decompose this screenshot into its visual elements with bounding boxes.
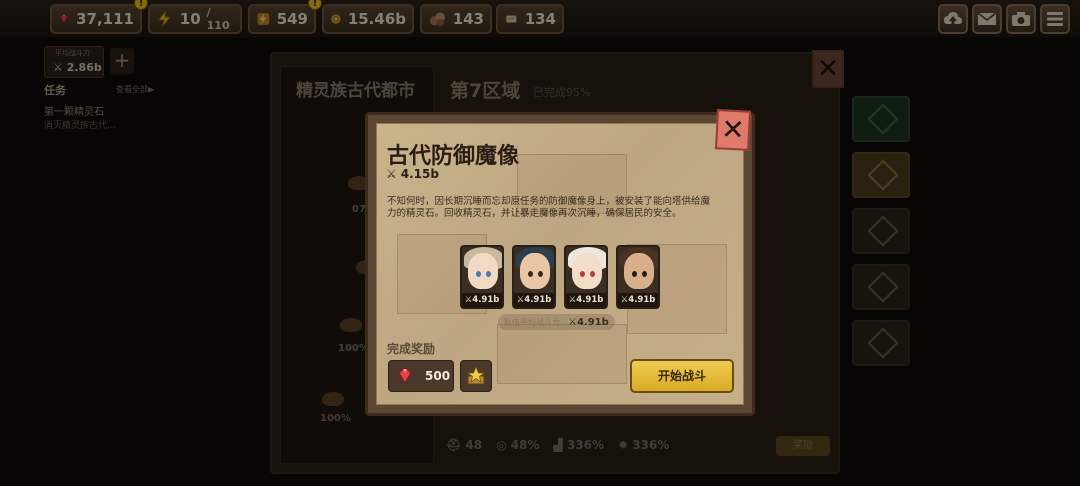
dialog-close-button[interactable]: ✕ <box>714 109 752 151</box>
hero-portrait <box>624 253 654 289</box>
boss-power: ⚔ 4.15b <box>386 167 439 181</box>
hero-eye <box>528 271 533 277</box>
boss-description: 不知何时，因长期沉睡而忘却原任务的防御魔像身上，被安装了能向塔供给魔力的精灵石。… <box>387 196 711 219</box>
swords-icon: ⚔ <box>386 167 397 181</box>
hero-power: ⚔4.91b <box>566 293 606 307</box>
hero-portrait <box>572 253 602 289</box>
team-average-label: 队伍平均战斗力 <box>504 317 560 327</box>
close-icon: ✕ <box>720 112 746 147</box>
hero-eye <box>580 271 585 277</box>
star-chest-icon <box>466 365 486 385</box>
hero-card[interactable]: ⚔4.91b <box>564 245 608 309</box>
hero-card[interactable]: ⚔4.91b <box>616 245 660 309</box>
stone-texture <box>497 324 627 384</box>
hero-eye <box>476 271 481 277</box>
hero-power: ⚔4.91b <box>514 293 554 307</box>
reward-gems-amount: 500 <box>425 369 451 383</box>
hero-eye <box>590 271 595 277</box>
reward-gems[interactable]: 500 <box>388 360 454 392</box>
start-battle-button[interactable]: 开始战斗 <box>630 359 734 393</box>
team-average-power: 队伍平均战斗力 ⚔4.91b <box>498 314 615 330</box>
hero-portrait <box>520 253 550 289</box>
gem-icon <box>398 368 412 385</box>
boss-title: 古代防御魔像 <box>387 144 520 169</box>
team-average-value: ⚔4.91b <box>568 316 609 328</box>
hero-portrait <box>468 253 498 289</box>
hero-eye <box>486 271 491 277</box>
hero-card[interactable]: ⚔4.91b <box>460 245 504 309</box>
hero-card[interactable]: ⚔4.91b <box>512 245 556 309</box>
hero-power: ⚔4.91b <box>462 293 502 307</box>
reward-item-slot[interactable] <box>460 360 492 392</box>
hero-power: ⚔4.91b <box>618 293 658 307</box>
reward-header: 完成奖励 <box>387 342 436 356</box>
hero-eye <box>642 271 647 277</box>
hero-eye <box>632 271 637 277</box>
hero-eye <box>538 271 543 277</box>
